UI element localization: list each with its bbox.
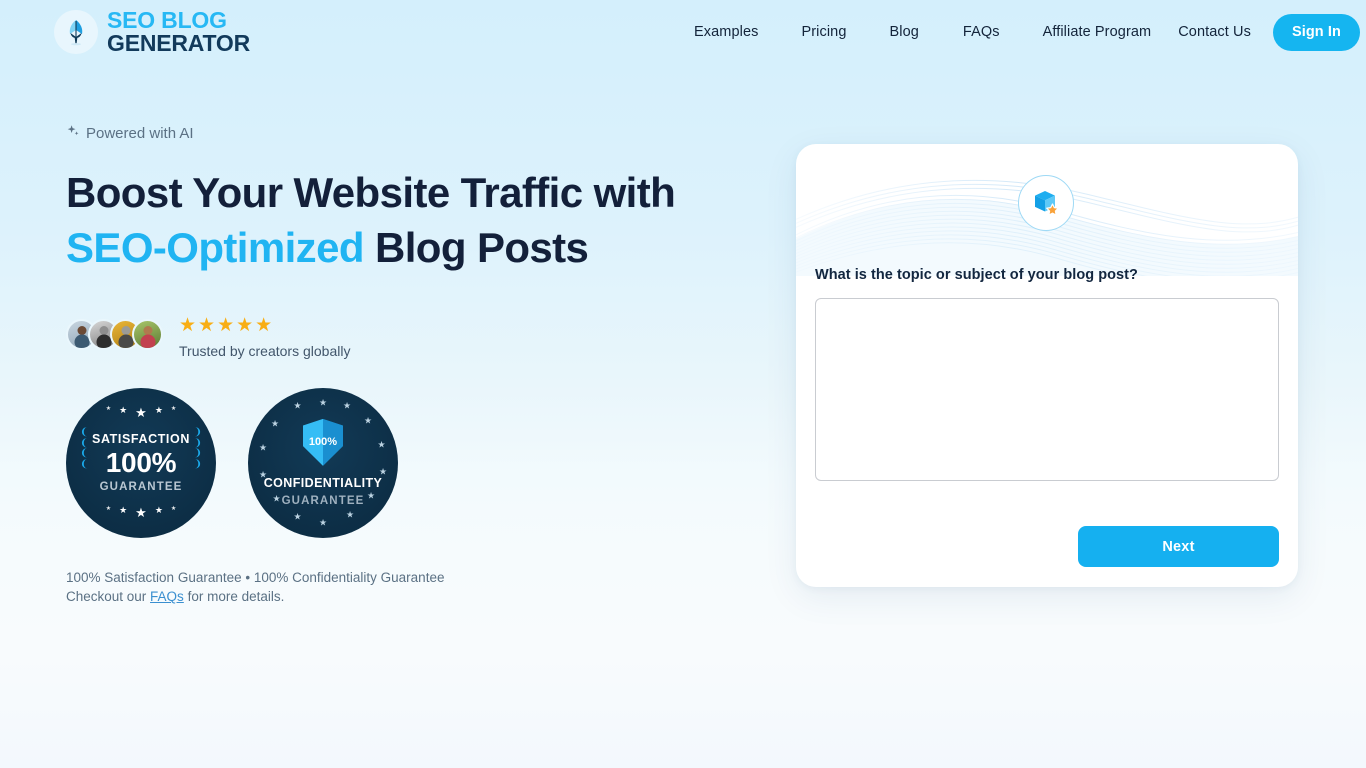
quill-feather-icon: [54, 9, 98, 54]
nav-item-pricing[interactable]: Pricing: [801, 24, 846, 40]
badge-star-arc-bottom: ★ ★ ★ ★ ★: [105, 504, 177, 520]
badge-value: 100%: [105, 447, 177, 479]
site-header: SEO BLOG GENERATOR Examples Pricing Blog…: [0, 0, 1366, 64]
next-button[interactable]: Next: [1078, 526, 1279, 567]
laurel-right-icon: ❩ ❩ ❩ ❩: [193, 426, 202, 471]
topic-question-label: What is the topic or subject of your blo…: [815, 267, 1138, 283]
headline-line-1: Boost Your Website Traffic with: [66, 169, 676, 216]
satisfaction-guarantee-badge: ★ ★ ★ ★ ★ ❨ ❨ ❨ ❨ ❩ ❩ ❩ ❩ SATISFACTION 100% GUARAN…: [66, 387, 216, 538]
nav-item-contact-us[interactable]: Contact Us: [1178, 24, 1251, 40]
guarantee-note-prefix: Checkout our: [66, 589, 151, 605]
brand-logo[interactable]: SEO BLOG GENERATOR: [54, 9, 250, 55]
blog-topic-form-card: What is the topic or subject of your blo…: [796, 144, 1298, 587]
rating-stars: ★★★★★: [179, 314, 275, 336]
guarantee-badges: ★ ★ ★ ★ ★ ❨ ❨ ❨ ❨ ❩ ❩ ❩ ❩ SATISFACTION 100% GUARAN…: [66, 387, 766, 538]
brand-line-1: SEO BLOG: [107, 7, 227, 33]
hero-eyebrow: Powered with AI: [66, 124, 766, 143]
trust-caption: Trusted by creators globally: [179, 342, 351, 359]
headline-line-2-rest: Blog Posts: [363, 224, 589, 272]
nav-item-blog[interactable]: Blog: [890, 24, 919, 40]
shield-value: 100%: [308, 436, 338, 449]
box-star-icon: [1018, 175, 1074, 231]
nav-item-examples[interactable]: Examples: [694, 24, 758, 40]
card-actions: Next: [1078, 526, 1279, 567]
topic-input[interactable]: [815, 298, 1279, 481]
guarantee-note-line-2: Checkout our FAQs for more details.: [66, 587, 766, 607]
badge-bottom-label: GUARANTEE: [99, 481, 183, 494]
nav-item-faqs[interactable]: FAQs: [963, 24, 1000, 40]
brand-wordmark: SEO BLOG GENERATOR: [107, 9, 250, 55]
nav-item-affiliate-program[interactable]: Affiliate Program: [1043, 24, 1152, 40]
main-navigation: Examples Pricing Blog FAQs Affiliate Pro…: [694, 0, 1360, 64]
confidentiality-guarantee-badge: ★ ★ ★ ★ ★ ★ ★ ★ ★ ★ ★ ★ ★ ★ 100% CONFIDE…: [248, 387, 398, 538]
sign-in-button[interactable]: Sign In: [1272, 13, 1360, 51]
brand-line-2: GENERATOR: [107, 29, 251, 56]
badge-top-label: SATISFACTION: [92, 432, 190, 447]
hero-left-column: Powered with AI Boost Your Website Traff…: [66, 124, 766, 607]
hero-eyebrow-label: Powered with AI: [86, 125, 194, 142]
card-body: What is the topic or subject of your blo…: [815, 267, 1279, 486]
guarantee-note-line-1: 100% Satisfaction Guarantee • 100% Confi…: [66, 569, 445, 585]
avatar: [132, 318, 163, 350]
headline-accent: SEO-Optimized: [66, 224, 364, 272]
badge-star-arc-top: ★ ★ ★ ★ ★: [105, 404, 177, 420]
guarantee-note: 100% Satisfaction Guarantee • 100% Confi…: [66, 568, 766, 607]
page-title: Boost Your Website Traffic with SEO-Opti…: [66, 165, 766, 276]
social-proof: ★★★★★ Trusted by creators globally: [66, 316, 766, 359]
faqs-link[interactable]: FAQs: [150, 589, 184, 604]
sparkle-icon: [66, 124, 81, 143]
avatar-group: [66, 316, 163, 350]
laurel-left-icon: ❨ ❨ ❨ ❨: [80, 426, 89, 471]
guarantee-note-suffix: for more details.: [183, 589, 285, 605]
